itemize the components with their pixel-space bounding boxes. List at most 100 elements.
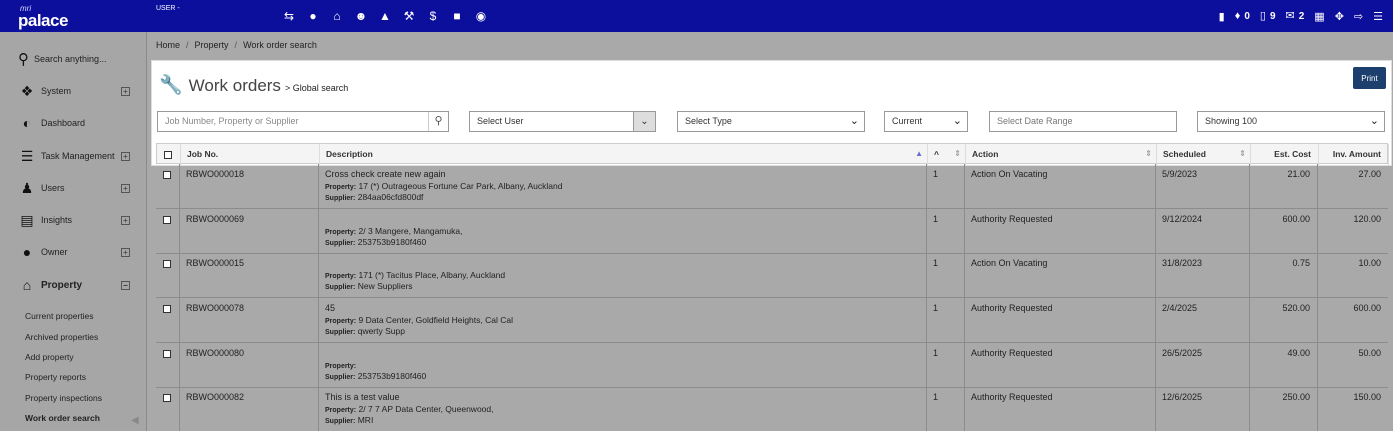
job-no-cell[interactable]: RBWO000015 (180, 253, 319, 297)
row-checkbox[interactable] (163, 349, 171, 358)
col-count[interactable]: ^ ⇕ (928, 144, 966, 165)
bell-icon[interactable]: ♦ 0 (1235, 9, 1250, 24)
sidebar-item-owner[interactable]: ● Owner + (18, 243, 130, 261)
job-no-cell[interactable]: RBWO000069 (180, 209, 319, 253)
col-action[interactable]: Action ⇕ (966, 144, 1157, 165)
expand-icon[interactable]: + (121, 215, 130, 225)
dashboard-icon: ◐ (22, 115, 32, 131)
table-row[interactable]: RBWO000080 Property: Supplier: 253753b918… (156, 343, 1388, 388)
home-icon[interactable]: ⌂ (328, 9, 346, 24)
select-user-dropdown[interactable]: Select User ⌄ (469, 111, 656, 132)
status-value: Current (892, 116, 923, 126)
job-no-cell[interactable]: RBWO000018 (180, 164, 319, 208)
table-row[interactable]: RBWO000069 Property: 2/ 3 Mangere, Mangam… (156, 209, 1388, 254)
calculator-icon[interactable]: ▦ (1314, 10, 1324, 24)
grid-icon[interactable]: ✥ (1335, 10, 1344, 24)
sidebar-item-system[interactable]: ❖ System + (18, 82, 130, 100)
menu-icon[interactable]: ☰ (1373, 10, 1383, 24)
eye-icon[interactable]: ◉ (472, 9, 490, 24)
property-value: 2/ 7 7 AP Data Center, Queenwood, (358, 404, 494, 414)
document-icon[interactable]: ▯ 9 (1260, 9, 1276, 24)
select-all-checkbox[interactable] (164, 150, 172, 159)
col-est-cost[interactable]: Est. Cost (1251, 144, 1319, 165)
inv-amount-cell: 27.00 (1318, 164, 1388, 208)
col-inv-amount[interactable]: Inv. Amount (1319, 144, 1389, 165)
action-cell: Action On Vacating (965, 253, 1156, 297)
table-row[interactable]: RBWO000018 Cross check create new again Pr… (156, 164, 1388, 209)
expand-icon[interactable]: + (121, 183, 130, 193)
date-range-input[interactable]: Select Date Range (989, 111, 1177, 132)
action-value: Action On Vacating (971, 169, 1048, 179)
mri-palace-logo[interactable]: mri palace (18, 4, 78, 30)
row-checkbox[interactable] (163, 259, 171, 268)
sidebar-subitem-work-order-search[interactable]: Work order search (25, 413, 100, 423)
property-line: Property: 2/ 3 Mangere, Mangamuka, (325, 226, 920, 236)
col-description[interactable]: Description ▲ (320, 144, 928, 165)
sidebar-subitem-property-reports[interactable]: Property reports (25, 372, 86, 382)
collapse-icon[interactable]: − (121, 280, 130, 290)
job-no[interactable]: RBWO000078 (186, 303, 244, 313)
row-select-cell (156, 343, 180, 387)
chevron-down-icon[interactable]: ⌄ (633, 112, 655, 131)
sidebar-subitem-archived-properties[interactable]: Archived properties (25, 332, 98, 342)
wrench-icon[interactable]: ⚒ (400, 9, 418, 24)
contacts-icon[interactable]: ▲ (376, 9, 394, 24)
expand-icon[interactable]: + (121, 151, 130, 161)
job-no[interactable]: RBWO000018 (186, 169, 244, 179)
sidebar-item-property[interactable]: ⌂ Property − (18, 276, 130, 294)
row-checkbox[interactable] (163, 215, 171, 224)
est-cost-value: 49.00 (1287, 348, 1310, 358)
page-size-dropdown[interactable]: Showing 100 ⌄ (1197, 111, 1385, 132)
users-icon[interactable]: ☻ (352, 9, 370, 24)
action-value: Action On Vacating (971, 258, 1048, 268)
breadcrumb-home[interactable]: Home (156, 40, 180, 50)
col-scheduled[interactable]: Scheduled ⇕ (1157, 144, 1251, 165)
logout-icon[interactable]: ⇨ (1354, 10, 1363, 24)
transfer-icon[interactable]: ⇆ (280, 9, 298, 24)
job-no-cell[interactable]: RBWO000082 (180, 387, 319, 431)
bar-chart-icon: ▤ (20, 212, 34, 228)
sidebar-search[interactable]: ⚲ Search anything... (18, 50, 107, 68)
job-no[interactable]: RBWO000069 (186, 214, 244, 224)
row-checkbox[interactable] (163, 393, 171, 402)
expand-icon[interactable]: + (121, 247, 130, 257)
lock-icon[interactable]: ■ (448, 9, 466, 24)
sidebar-item-dashboard[interactable]: ◐ Dashboard (18, 114, 130, 132)
job-no[interactable]: RBWO000082 (186, 392, 244, 402)
row-checkbox[interactable] (163, 170, 171, 179)
search-icon[interactable]: ⚲ (428, 112, 448, 131)
page-size-value: Showing 100 (1205, 116, 1258, 126)
task-list-icon: ☰ (20, 148, 34, 164)
sidebar-item-task-management[interactable]: ☰ Task Management + (18, 147, 130, 165)
print-button[interactable]: Print (1353, 67, 1386, 89)
user-icon[interactable]: ● (304, 9, 322, 24)
table-row[interactable]: RBWO000015 Property: 171 (*) Tacitus Plac… (156, 253, 1388, 298)
job-no-cell[interactable]: RBWO000080 (180, 343, 319, 387)
job-no[interactable]: RBWO000015 (186, 258, 244, 268)
description-cell: Cross check create new again Property: 17… (319, 164, 927, 208)
sidebar-subitem-current-properties[interactable]: Current properties (25, 311, 94, 321)
table-row[interactable]: RBWO000078 45 Property: 9 Data Center, Gol… (156, 298, 1388, 343)
select-type-dropdown[interactable]: Select Type ⌄ (677, 111, 865, 132)
table-row[interactable]: RBWO000082 This is a test value Property: … (156, 387, 1388, 431)
collapse-sidebar-icon[interactable]: ◀ (131, 415, 139, 426)
breadcrumb-property[interactable]: Property (195, 40, 229, 50)
status-dropdown[interactable]: Current ⌄ (884, 111, 968, 132)
job-no[interactable]: RBWO000080 (186, 348, 244, 358)
supplier-line: Supplier: 253753b9180f460 (325, 371, 920, 381)
supplier-value: New Suppliers (357, 281, 413, 291)
file-icon[interactable]: ▮ (1219, 10, 1225, 24)
job-search-input[interactable]: Job Number, Property or Supplier ⚲ (157, 111, 449, 132)
wrench-icon: 🔧 (159, 75, 183, 96)
col-job-no[interactable]: Job No. (181, 144, 320, 165)
row-checkbox[interactable] (163, 304, 171, 313)
sidebar-subitem-add-property[interactable]: Add property (25, 352, 74, 362)
job-no-cell[interactable]: RBWO000078 (180, 298, 319, 342)
sidebar-subitem-property-inspections[interactable]: Property inspections (25, 393, 102, 403)
sidebar-item-users[interactable]: ♟ Users + (18, 179, 130, 197)
sidebar-item-insights[interactable]: ▤ Insights + (18, 211, 130, 229)
envelope-icon[interactable]: ✉ 2 (1286, 9, 1305, 24)
expand-icon[interactable]: + (121, 86, 130, 96)
dollar-icon[interactable]: $ (424, 9, 442, 24)
est-cost-value: 600.00 (1282, 214, 1310, 224)
